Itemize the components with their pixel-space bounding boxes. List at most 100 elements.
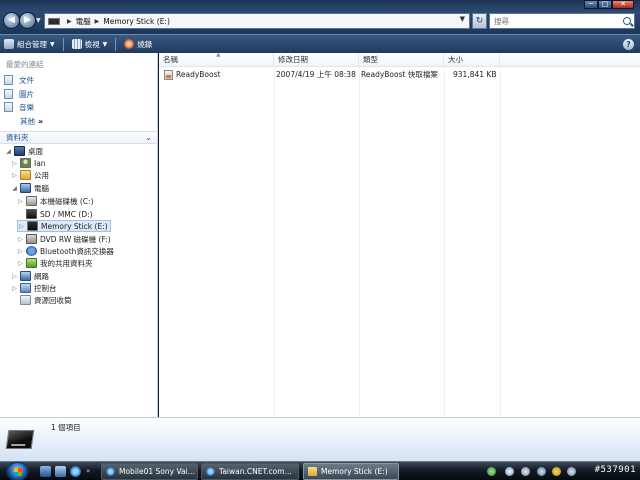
column-divider	[444, 67, 445, 417]
favorite-documents[interactable]: 文件	[4, 74, 34, 86]
double-chevron-icon: »	[38, 117, 44, 126]
burn-icon	[124, 39, 135, 49]
taskbar-button-cnet[interactable]: Taiwan.CNET.com...	[201, 463, 299, 480]
toolbar-separator	[115, 37, 117, 51]
tray-display-icon[interactable]	[537, 467, 546, 476]
internet-explorer-icon[interactable]	[70, 466, 81, 477]
tree-item-dvd-rw-f[interactable]: ▷ DVD RW 磁碟機 (F:)	[17, 233, 111, 245]
collapse-toggle-icon[interactable]: ▷	[11, 172, 18, 179]
tree-item-computer[interactable]: ◢ 電腦	[11, 182, 49, 194]
tray-network-icon[interactable]	[487, 467, 496, 476]
file-row-name[interactable]: ReadyBoost	[164, 69, 220, 81]
file-row-modified: 2007/4/19 上午 08:38	[276, 70, 356, 79]
tray-connection-icon[interactable]	[567, 467, 576, 476]
tray-security-icon[interactable]	[552, 467, 561, 476]
minimize-button[interactable]: ─	[584, 0, 598, 9]
switch-windows-icon[interactable]	[55, 466, 66, 477]
collapse-toggle-icon[interactable]: ▷	[11, 273, 18, 280]
folders-header[interactable]: 資料夾 ⌄	[0, 131, 157, 144]
collapse-toggle-icon[interactable]: ▷	[11, 285, 18, 292]
tree-item-memory-stick-e[interactable]: ▷ Memory Stick (E:)	[17, 220, 111, 232]
chevron-right-icon[interactable]: ▶	[95, 18, 100, 25]
tree-item-bluetooth[interactable]: ▷ Bluetooth資訊交換器	[17, 245, 114, 257]
collapse-toggle-icon[interactable]: ▷	[17, 248, 24, 255]
organize-icon	[4, 39, 14, 49]
public-folder-icon	[20, 170, 31, 180]
search-icon[interactable]	[623, 17, 631, 25]
close-button[interactable]: ✕	[612, 0, 634, 9]
tree-item-local-disk-c[interactable]: ▷ 本機磁碟機 (C:)	[17, 195, 94, 207]
column-header-type[interactable]: 類型	[359, 53, 444, 67]
search-box[interactable]	[489, 13, 635, 29]
views-button[interactable]: 檢視 ▼	[71, 36, 107, 53]
network-icon	[20, 271, 31, 281]
tree-item-label: 控制台	[34, 283, 57, 293]
favorites-more-label: 其他	[20, 117, 35, 126]
burn-button[interactable]: 燒錄	[124, 36, 152, 53]
quick-launch-more-icon[interactable]: »	[86, 467, 90, 475]
tray-help-icon[interactable]	[505, 467, 514, 476]
address-dropdown-icon[interactable]: ▼	[460, 15, 465, 23]
favorites-more-link[interactable]: 其他»	[20, 116, 43, 127]
expand-toggle-icon[interactable]: ◢	[5, 148, 12, 155]
favorite-pictures[interactable]: 圖片	[4, 88, 34, 100]
search-input[interactable]	[494, 16, 616, 26]
sort-ascending-icon: ▲	[216, 51, 221, 58]
recent-pages-dropdown[interactable]: ▼	[36, 17, 41, 24]
expand-toggle-icon[interactable]: ◢	[11, 185, 18, 192]
file-list: ▲ 名稱 修改日期 類型 大小 ReadyBoost 2007/4/19 上午 …	[159, 51, 640, 417]
collapse-toggle-icon[interactable]: ▷	[17, 260, 24, 267]
column-header-name[interactable]: ▲ 名稱	[159, 51, 274, 67]
collapse-toggle-icon[interactable]: ▷	[17, 236, 24, 243]
refresh-button[interactable]: ↻	[472, 13, 487, 29]
show-desktop-icon[interactable]	[40, 466, 51, 477]
taskbar: » Mobile01 Sony Vai... Taiwan.CNET.com..…	[0, 461, 640, 480]
computer-icon	[20, 183, 31, 193]
tree-item-network[interactable]: ▷ 網路	[11, 270, 49, 282]
tree-item-label: 桌面	[28, 146, 43, 156]
tree-item-label: DVD RW 磁碟機 (F:)	[40, 234, 111, 244]
tree-item-label: Memory Stick (E:)	[41, 221, 108, 231]
start-button[interactable]	[6, 462, 29, 480]
chevron-right-icon[interactable]: ▶	[67, 18, 72, 25]
navigation-pane: 最愛的連結 文件 圖片 音樂 其他» 資料夾 ⌄ ◢ 桌面 ▷ Ian ▷ 公用…	[0, 53, 158, 417]
tree-item-sd-mmc-d[interactable]: SD / MMC (D:)	[17, 208, 93, 220]
column-header-filler	[500, 53, 640, 67]
tree-item-control-panel[interactable]: ▷ 控制台	[11, 282, 57, 294]
memory-stick-icon	[27, 221, 38, 231]
forward-button[interactable]: ▶	[19, 12, 36, 29]
tray-volume-icon[interactable]	[521, 467, 530, 476]
breadcrumb-computer[interactable]: 電腦	[76, 16, 91, 27]
title-bar: ─ □ ✕ ◀ ▶ ▼ ▶ 電腦 ▶ Memory Stick (E:) ▼ ↻	[0, 0, 640, 34]
collapse-toggle-icon[interactable]: ▷	[11, 160, 18, 167]
breadcrumb-memory-stick[interactable]: Memory Stick (E:)	[103, 17, 170, 26]
column-header-size[interactable]: 大小	[444, 53, 500, 67]
tree-item-shared-folder[interactable]: ▷ 我的共用資料夾	[17, 257, 93, 269]
help-button[interactable]: ?	[623, 39, 634, 50]
taskbar-button-memory-stick[interactable]: Memory Stick (E:)	[303, 463, 399, 480]
back-button[interactable]: ◀	[3, 12, 20, 29]
collapse-toggle-icon[interactable]: ▷	[17, 198, 24, 205]
pictures-icon	[4, 89, 13, 99]
tree-item-desktop[interactable]: ◢ 桌面	[5, 145, 43, 157]
favorites-header: 最愛的連結	[6, 60, 44, 69]
ie-icon	[206, 467, 215, 476]
organize-button[interactable]: 組合管理 ▼	[4, 36, 55, 53]
documents-icon	[4, 75, 13, 85]
tree-item-recycle-bin[interactable]: 資源回收筒	[11, 294, 72, 306]
favorite-music[interactable]: 音樂	[4, 101, 34, 113]
tree-item-label: 公用	[34, 170, 49, 180]
taskbar-button-mobile01[interactable]: Mobile01 Sony Vai...	[101, 463, 198, 480]
details-pane: 1 個項目	[0, 417, 640, 461]
maximize-button[interactable]: □	[598, 0, 612, 9]
tree-item-public[interactable]: ▷ 公用	[11, 169, 49, 181]
collapse-toggle-icon[interactable]: ▷	[18, 223, 25, 230]
column-header-label: 名稱	[163, 55, 178, 64]
column-header-modified[interactable]: 修改日期	[274, 53, 359, 67]
column-header-label: 大小	[448, 55, 463, 64]
address-bar[interactable]: ▶ 電腦 ▶ Memory Stick (E:) ▼	[44, 13, 470, 29]
tree-item-ian[interactable]: ▷ Ian	[11, 157, 46, 169]
tree-item-label: 資源回收筒	[34, 295, 72, 305]
dvd-drive-icon	[26, 234, 37, 244]
chevron-down-icon: ⌄	[145, 133, 152, 142]
